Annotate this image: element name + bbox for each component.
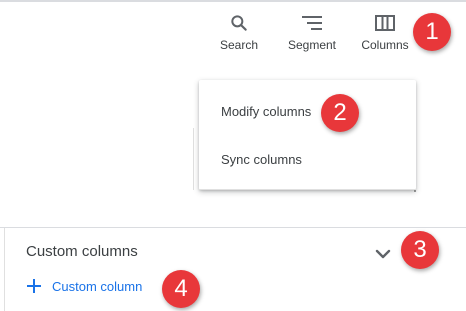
chevron-down-icon[interactable] (372, 243, 394, 265)
menu-divider (199, 189, 416, 190)
annotation-badge-2: 2 (321, 94, 359, 132)
segment-icon (300, 12, 324, 34)
top-divider (0, 0, 466, 2)
columns-dropdown-menu: Modify columns Sync columns (199, 80, 416, 190)
add-custom-column-link[interactable]: Custom column (26, 278, 142, 294)
panel-title: Custom columns (26, 243, 138, 260)
columns-label: Columns (361, 38, 409, 52)
segment-button[interactable]: Segment (285, 12, 339, 56)
panel-left-border (4, 228, 5, 311)
menu-item-label: Sync columns (221, 151, 302, 167)
menu-item-label: Modify columns (221, 103, 312, 119)
search-icon (227, 12, 251, 34)
columns-icon (373, 12, 397, 34)
search-button[interactable]: Search (219, 12, 259, 56)
annotation-badge-3: 3 (401, 231, 439, 269)
add-custom-column-label: Custom column (52, 278, 143, 294)
plus-icon (26, 278, 42, 294)
menu-item-modify-columns[interactable]: Modify columns (199, 91, 416, 131)
menu-item-sync-columns[interactable]: Sync columns (199, 139, 416, 179)
search-label: Search (219, 38, 259, 52)
annotation-badge-1: 1 (413, 13, 451, 51)
table-border (193, 128, 194, 190)
custom-columns-panel: Custom columns Custom column (0, 227, 466, 311)
columns-button[interactable]: Columns (358, 12, 412, 56)
annotation-badge-4: 4 (162, 270, 200, 308)
segment-label: Segment (287, 38, 337, 52)
